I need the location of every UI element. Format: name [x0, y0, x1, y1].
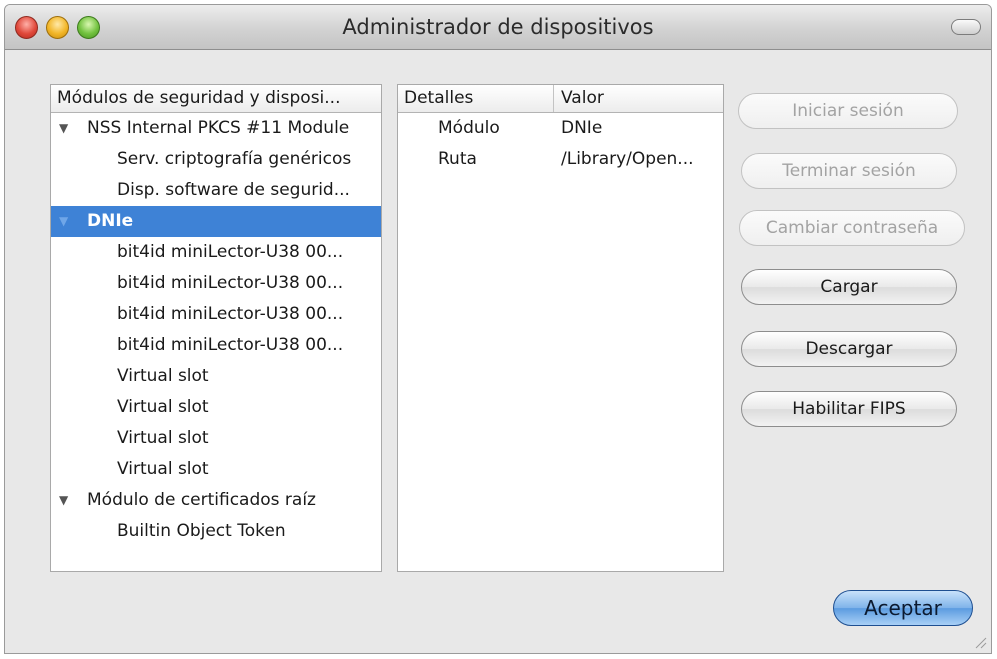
tree-row[interactable]: Serv. criptografía genéricos: [51, 144, 381, 175]
enable-fips-button[interactable]: Habilitar FIPS: [741, 391, 957, 427]
tree-rows: ▼ NSS Internal PKCS #11 Module Serv. cript…: [51, 113, 381, 547]
tree-row[interactable]: Disp. software de segurid...: [51, 175, 381, 206]
tree-row[interactable]: bit4id miniLector-U38 00...: [51, 237, 381, 268]
details-row-key: Módulo: [438, 118, 500, 138]
unload-button[interactable]: Descargar: [741, 331, 957, 367]
tree-row-label: bit4id miniLector-U38 00...: [117, 273, 344, 293]
tree-row-label: Virtual slot: [117, 459, 209, 479]
tree-row[interactable]: ▼ Módulo de certificados raíz: [51, 485, 381, 516]
details-row-key: Ruta: [438, 149, 477, 169]
resize-grip-icon[interactable]: [973, 635, 987, 649]
details-row-value: DNIe: [561, 118, 603, 138]
tree-row-label: bit4id miniLector-U38 00...: [117, 304, 344, 324]
tree-row[interactable]: bit4id miniLector-U38 00...: [51, 330, 381, 361]
window-title: Administrador de dispositivos: [342, 15, 654, 39]
tree-row-label: bit4id miniLector-U38 00...: [117, 242, 344, 262]
toolbar-toggle-button[interactable]: [951, 19, 981, 35]
tree-row[interactable]: Builtin Object Token: [51, 516, 381, 547]
tree-row[interactable]: ▼ DNIe: [51, 206, 381, 237]
login-button[interactable]: Iniciar sesión: [738, 93, 958, 129]
tree-row[interactable]: Virtual slot: [51, 361, 381, 392]
disclosure-triangle-icon[interactable]: ▼: [59, 485, 68, 516]
tree-header-label: Módulos de seguridad y disposi...: [57, 88, 341, 108]
tree-row-label: Builtin Object Token: [117, 521, 286, 541]
tree-row-label: Virtual slot: [117, 397, 209, 417]
details-table[interactable]: Detalles Valor Módulo DNIe Ruta /Library…: [397, 84, 724, 572]
tree-row[interactable]: Virtual slot: [51, 454, 381, 485]
tree-row[interactable]: Virtual slot: [51, 423, 381, 454]
tree-row-label: Virtual slot: [117, 366, 209, 386]
tree-row-label: NSS Internal PKCS #11 Module: [87, 118, 350, 138]
device-manager-window: Administrador de dispositivos Módulos de…: [4, 4, 992, 654]
accept-button[interactable]: Aceptar: [833, 590, 973, 626]
value-header-label[interactable]: Valor: [561, 85, 604, 112]
details-header-label[interactable]: Detalles: [404, 85, 473, 112]
column-divider[interactable]: [553, 85, 554, 112]
tree-row-label: Disp. software de segurid...: [117, 180, 350, 200]
logout-button[interactable]: Terminar sesión: [741, 153, 957, 189]
tree-row[interactable]: bit4id miniLector-U38 00...: [51, 268, 381, 299]
tree-row[interactable]: bit4id miniLector-U38 00...: [51, 299, 381, 330]
details-row[interactable]: Módulo DNIe: [398, 113, 723, 144]
security-modules-tree[interactable]: Módulos de seguridad y disposi... ▼ NSS I…: [50, 84, 382, 572]
details-column-header: Detalles Valor: [398, 85, 723, 113]
tree-row-label: Módulo de certificados raíz: [87, 490, 316, 510]
load-button[interactable]: Cargar: [741, 269, 957, 305]
tree-row[interactable]: Virtual slot: [51, 392, 381, 423]
title-bar: Administrador de dispositivos: [5, 5, 991, 50]
tree-row-label: Virtual slot: [117, 428, 209, 448]
tree-row-label: bit4id miniLector-U38 00...: [117, 335, 344, 355]
tree-row[interactable]: ▼ NSS Internal PKCS #11 Module: [51, 113, 381, 144]
change-password-button[interactable]: Cambiar contraseña: [739, 210, 965, 246]
details-row[interactable]: Ruta /Library/Open...: [398, 144, 723, 175]
disclosure-triangle-icon[interactable]: ▼: [59, 113, 68, 144]
disclosure-triangle-icon[interactable]: ▼: [59, 206, 68, 237]
tree-column-header[interactable]: Módulos de seguridad y disposi...: [51, 85, 381, 113]
details-row-value: /Library/Open...: [561, 149, 694, 169]
tree-row-label: DNIe: [87, 211, 134, 231]
tree-row-label: Serv. criptografía genéricos: [117, 149, 352, 169]
